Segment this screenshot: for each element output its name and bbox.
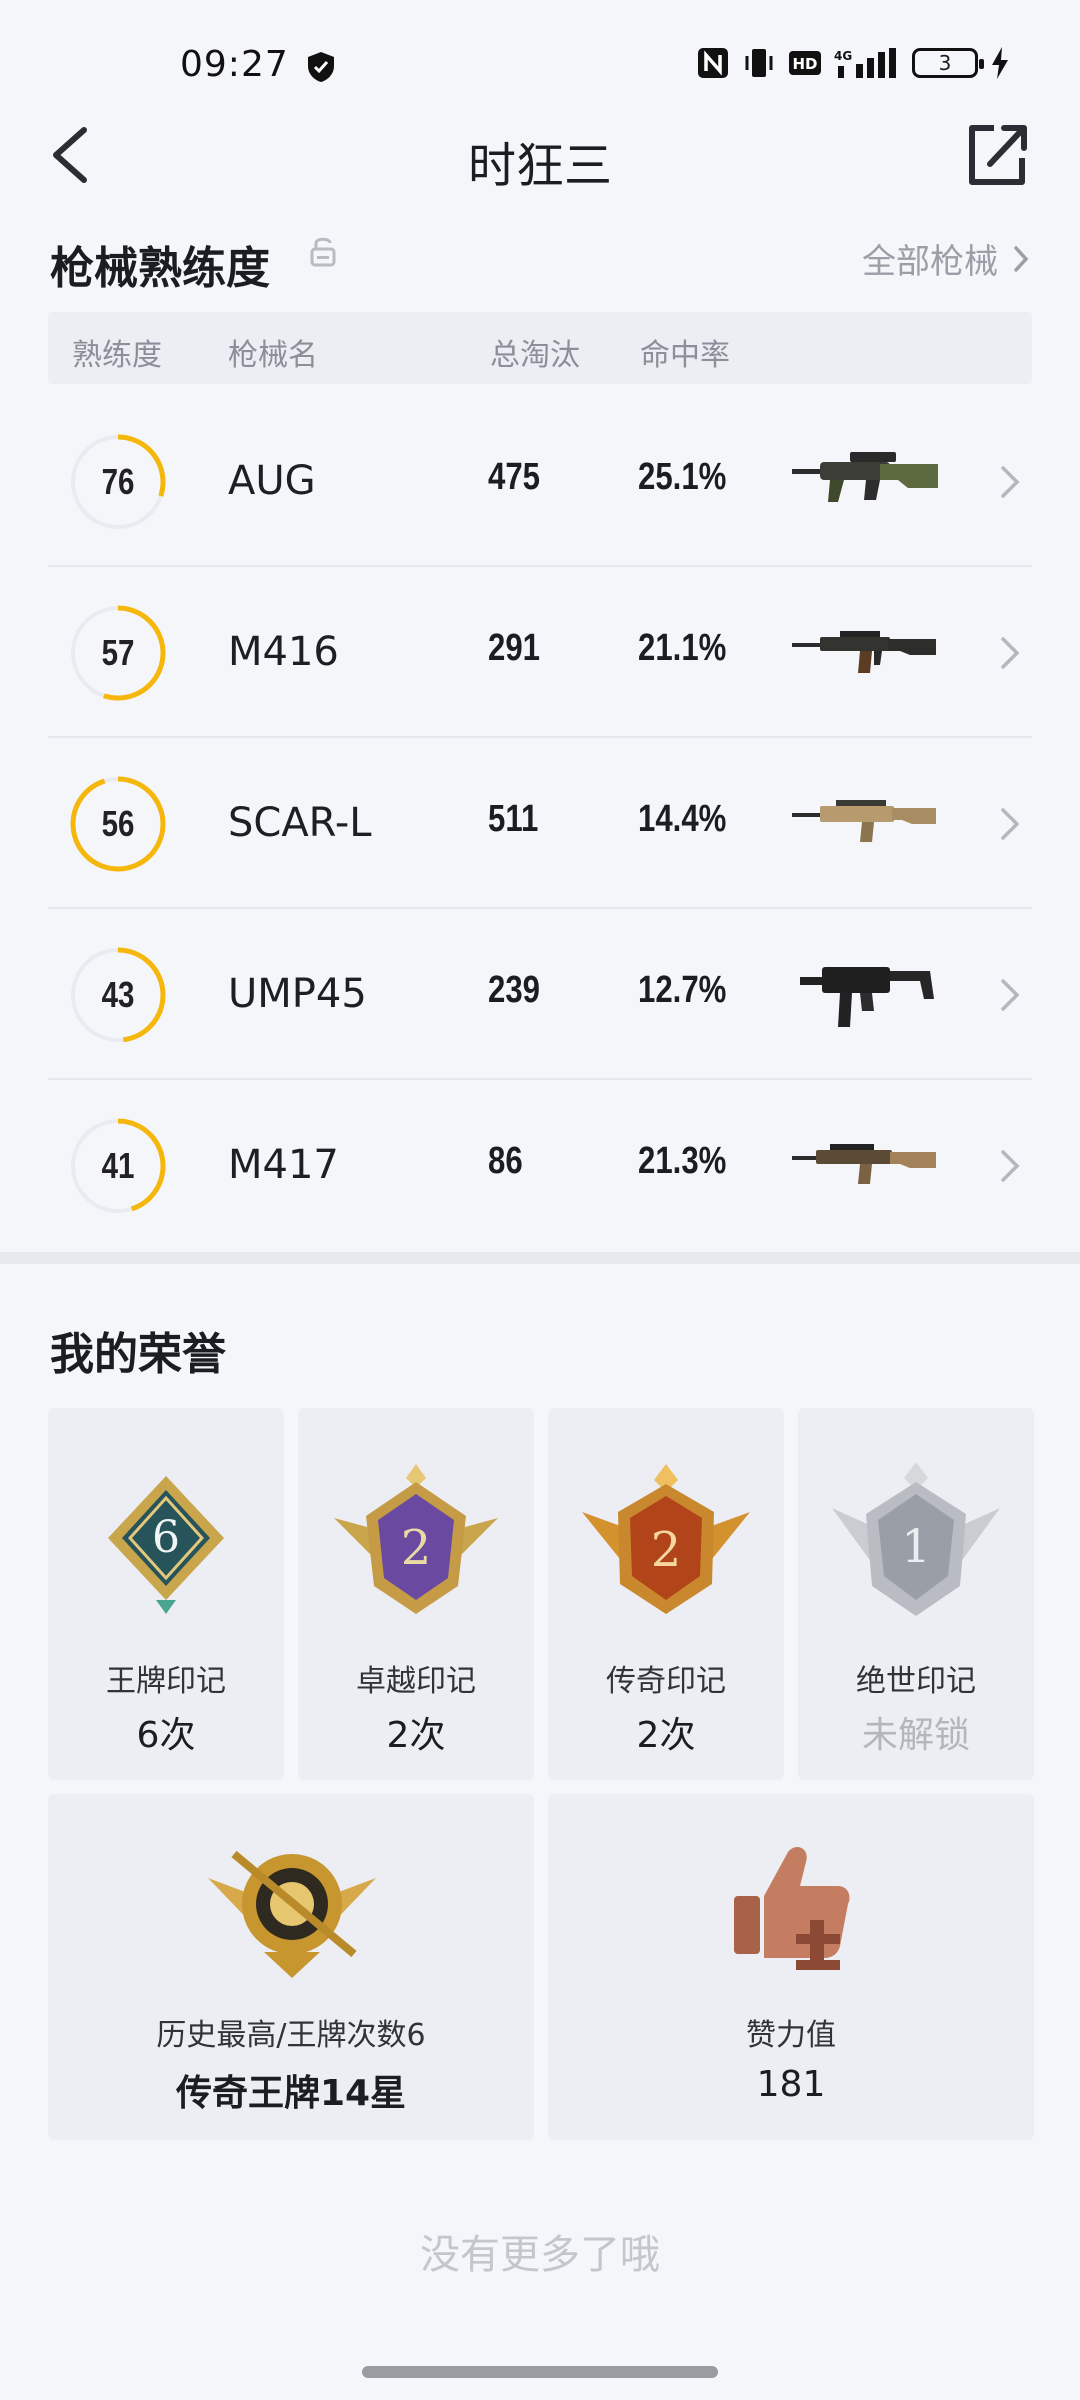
vibrate-icon [745, 49, 773, 77]
chevron-right-icon [1001, 637, 1020, 669]
weapon-name: AUG [228, 458, 316, 504]
svg-text:4G: 4G [834, 49, 852, 63]
weapon-kills: 239 [488, 969, 540, 1011]
column-kills: 总淘汰 [490, 338, 580, 373]
chevron-right-icon [1001, 979, 1020, 1011]
honor-value: 181 [756, 2064, 826, 2105]
honor-name: 历史最高/王牌次数6 [156, 2018, 426, 2053]
page-title: 时狂三 [467, 138, 612, 194]
weapon-kills: 475 [488, 456, 540, 498]
weapon-name: UMP45 [228, 971, 367, 1017]
honor-name: 卓越印记 [356, 1664, 476, 1699]
honor-value: 6次 [136, 1715, 196, 1756]
nfc-icon [698, 48, 728, 78]
peerless-mark-medal-icon: 1 [832, 1462, 1000, 1616]
honor-card-legend[interactable]: 2 传奇印记 2次 [548, 1408, 784, 1780]
weapon-row[interactable]: 57 M416 291 21.1% [48, 567, 1032, 738]
thumbs-up-icon [734, 1847, 850, 1970]
honor-value: 2次 [636, 1715, 696, 1756]
honor-value: 传奇王牌14星 [175, 2073, 407, 2114]
status-icons: HD 4G 3 [696, 46, 1010, 80]
status-bar: 09:27 HD 4G 3 [0, 0, 1080, 120]
legend-ace-emblem-icon [208, 1850, 376, 1978]
column-hit-rate: 命中率 [640, 338, 730, 373]
weapon-hit-rate: 21.3% [638, 1140, 727, 1182]
chevron-right-icon [1001, 1150, 1020, 1182]
honor-value: 2次 [386, 1715, 446, 1756]
shield-icon [308, 52, 334, 82]
weapon-name: SCAR-L [228, 800, 372, 846]
battery-level: 3 [938, 51, 952, 75]
m417-rifle-icon [792, 1144, 936, 1184]
honor-card-peerless[interactable]: 1 绝世印记 未解锁 [798, 1408, 1034, 1780]
ump45-smg-icon [800, 967, 934, 1027]
signal-icon: 4G [834, 48, 896, 78]
weapon-row[interactable]: 41 M417 86 21.3% [48, 1080, 1032, 1251]
chevron-right-icon [1001, 466, 1020, 498]
weapon-hit-rate: 25.1% [638, 456, 727, 498]
honor-value: 未解锁 [861, 1715, 970, 1756]
honor-card-likes[interactable]: 赞力值 181 [548, 1794, 1034, 2140]
excellence-mark-medal-icon: 2 [334, 1464, 498, 1614]
weapons-list: 76 AUG 475 25.1% 57 M416 291 21.1% 56 SC… [48, 396, 1032, 1251]
weapons-table-header: 熟练度 枪械名 总淘汰 命中率 [48, 312, 1032, 384]
honor-card-excellence[interactable]: 2 卓越印记 2次 [298, 1408, 534, 1780]
share-external-icon[interactable] [964, 120, 1030, 190]
proficiency-value: 57 [101, 632, 135, 673]
proficiency-value: 41 [101, 1145, 135, 1186]
ace-medal-number: 6 [152, 1512, 180, 1563]
weapon-name: M416 [228, 629, 339, 675]
excellence-medal-number: 2 [401, 1520, 432, 1576]
proficiency-value: 43 [101, 974, 135, 1015]
weapon-kills: 511 [488, 798, 539, 840]
proficiency-value: 76 [101, 461, 135, 502]
legend-medal-number: 2 [651, 1522, 682, 1578]
weapon-hit-rate: 12.7% [638, 969, 727, 1011]
hd-icon: HD [789, 51, 821, 75]
honor-name: 传奇印记 [606, 1664, 726, 1699]
column-proficiency: 熟练度 [72, 338, 162, 373]
home-indicator[interactable] [362, 2366, 718, 2378]
honor-card-history-highest[interactable]: 历史最高/王牌次数6 传奇王牌14星 [48, 1794, 534, 2140]
honor-name: 绝世印记 [856, 1664, 976, 1699]
no-more-text: 没有更多了哦 [420, 2232, 660, 2278]
weapon-kills: 86 [488, 1140, 523, 1182]
honors-section-title: 我的荣誉 [50, 1329, 226, 1380]
chevron-right-icon [1014, 245, 1029, 272]
ace-mark-medal-icon: 6 [108, 1476, 224, 1614]
m416-rifle-icon [792, 631, 936, 673]
weapon-row[interactable]: 56 SCAR-L 511 14.4% [48, 738, 1032, 909]
all-weapons-link[interactable]: 全部枪械 [862, 234, 1030, 283]
chevron-right-icon [1001, 808, 1020, 840]
weapons-section-title: 枪械熟练度 [50, 243, 270, 294]
weapon-hit-rate: 21.1% [638, 627, 727, 669]
status-time: 09:27 [180, 44, 289, 85]
scar-l-rifle-icon [792, 800, 936, 842]
weapon-kills: 291 [488, 627, 540, 669]
peerless-medal-number: 1 [901, 1519, 930, 1573]
weapon-row[interactable]: 76 AUG 475 25.1% [48, 396, 1032, 567]
proficiency-value: 56 [101, 803, 135, 844]
aug-rifle-icon [792, 452, 938, 502]
all-weapons-label: 全部枪械 [862, 242, 998, 282]
lock-icon[interactable] [308, 234, 338, 268]
charging-icon [992, 47, 1008, 79]
honor-name: 赞力值 [746, 2018, 836, 2053]
battery-icon: 3 [912, 48, 984, 78]
weapon-hit-rate: 14.4% [638, 798, 727, 840]
svg-text:HD: HD [792, 55, 817, 73]
section-divider [0, 1252, 1080, 1264]
column-weapon-name: 枪械名 [228, 338, 318, 373]
honor-card-ace[interactable]: 6 王牌印记 6次 [48, 1408, 284, 1780]
weapon-row[interactable]: 43 UMP45 239 12.7% [48, 909, 1032, 1080]
honor-name: 王牌印记 [106, 1664, 226, 1699]
weapon-name: M417 [228, 1142, 339, 1188]
legend-mark-medal-icon: 2 [582, 1464, 750, 1614]
